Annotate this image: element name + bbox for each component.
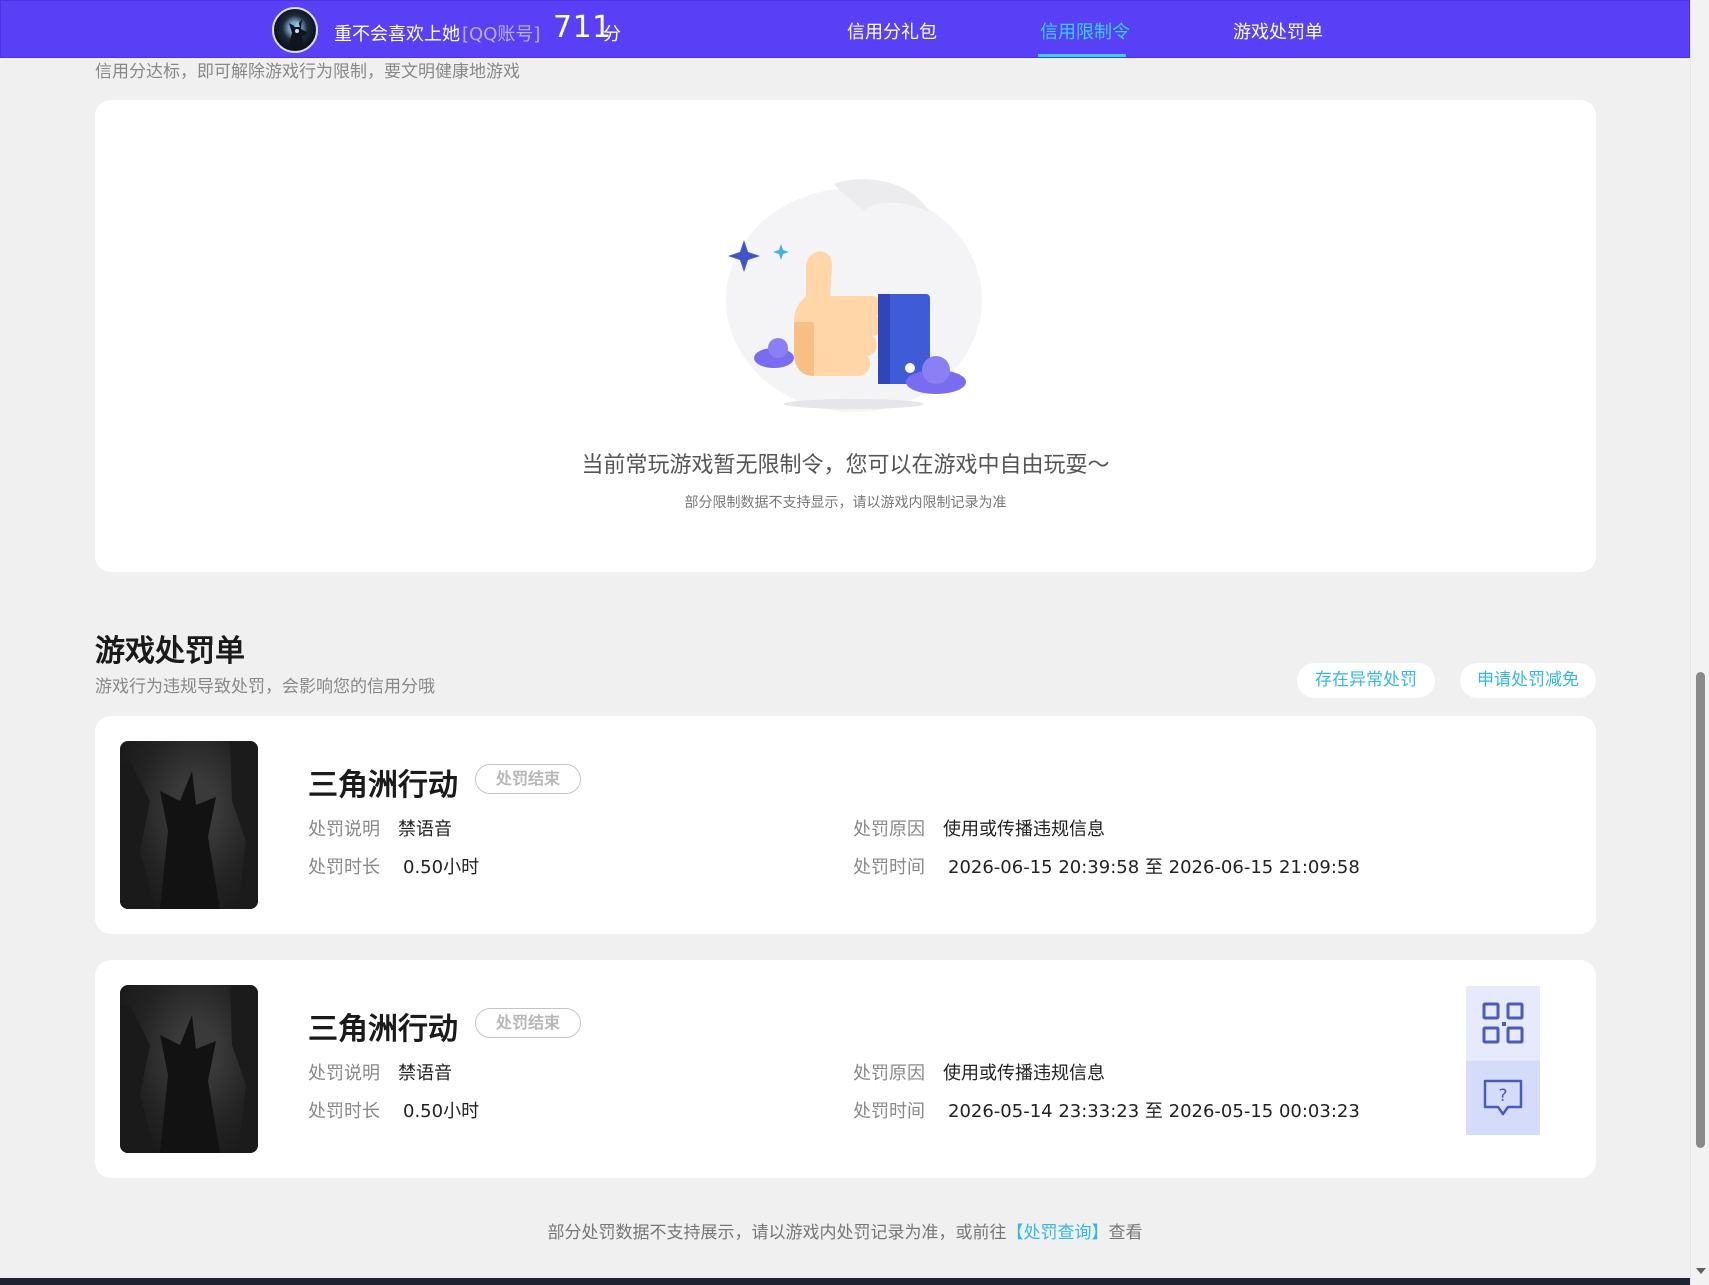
tab-game-penalty[interactable]: 游戏处罚单 <box>1233 18 1323 44</box>
penalty-time-label: 处罚时间 <box>853 1101 925 1122</box>
user-avatar[interactable] <box>272 7 318 53</box>
svg-text:?: ? <box>1498 1086 1507 1106</box>
game-name: 三角洲行动 <box>308 1012 458 1047</box>
penalty-section-subtitle: 游戏行为违规导致处罚，会影响您的信用分哦 <box>95 677 435 697</box>
thumbs-up-illustration <box>726 179 982 412</box>
penalty-card: 三角洲行动 处罚结束 处罚说明 禁语音 处罚时长 0.50小时 处罚原因 使用或… <box>95 960 1596 1178</box>
abnormal-penalty-button[interactable]: 存在异常处罚 <box>1297 663 1435 698</box>
bottom-edge-bar <box>0 1278 1690 1285</box>
status-badge: 处罚结束 <box>475 764 581 794</box>
active-tab-underline <box>1038 54 1126 57</box>
floating-side-tools: ? <box>1466 986 1540 1135</box>
status-badge: 处罚结束 <box>475 1008 581 1038</box>
penalty-desc-value: 禁语音 <box>398 1063 452 1084</box>
penalty-reason-value: 使用或传播违规信息 <box>943 819 1105 840</box>
footer-note: 部分处罚数据不支持展示，请以游戏内处罚记录为准，或前往【处罚查询】查看 <box>0 1218 1690 1243</box>
footer-note-prefix: 部分处罚数据不支持展示，请以游戏内处罚记录为准，或前往 <box>547 1223 1007 1243</box>
penalty-duration-value: 0.50小时 <box>403 857 480 878</box>
page-scrollbar[interactable] <box>1690 0 1709 1285</box>
penalty-desc-label: 处罚说明 <box>308 1063 380 1084</box>
penalty-duration-value: 0.50小时 <box>403 1101 480 1122</box>
penalty-time-label: 处罚时间 <box>853 857 925 878</box>
scrollbar-thumb[interactable] <box>1696 672 1705 1148</box>
top-header-bar: 重不会喜欢上她 [QQ账号] 711 分 信用分礼包 信用限制令 游戏处罚单 <box>0 0 1690 58</box>
apply-penalty-reduction-button[interactable]: 申请处罚减免 <box>1460 663 1596 698</box>
scroll-down-arrow-icon[interactable] <box>1696 1268 1706 1274</box>
penalty-reason-label: 处罚原因 <box>853 819 925 840</box>
game-cover-image-icon <box>120 741 258 909</box>
help-feedback-button[interactable]: ? <box>1466 1061 1540 1135</box>
tab-credit-gift[interactable]: 信用分礼包 <box>847 18 937 44</box>
qr-code-button[interactable] <box>1466 986 1540 1060</box>
username: 重不会喜欢上她 <box>334 24 460 45</box>
penalty-duration-label: 处罚时长 <box>308 1101 380 1122</box>
credit-score-unit: 分 <box>603 24 621 45</box>
penalty-duration-label: 处罚时长 <box>308 857 380 878</box>
penalty-reason-label: 处罚原因 <box>853 1063 925 1084</box>
account-type-label: [QQ账号] <box>462 24 541 45</box>
penalty-section-title: 游戏处罚单 <box>95 634 245 669</box>
game-thumbnail <box>120 741 258 909</box>
help-chat-icon: ? <box>1483 1079 1523 1116</box>
penalty-time-value: 2026-05-14 23:33:23 至 2026-05-15 00:03:2… <box>948 1101 1360 1122</box>
restriction-data-note: 部分限制数据不支持显示，请以游戏内限制记录为准 <box>684 495 1007 511</box>
game-cover-image-icon <box>120 985 258 1153</box>
avatar-figure-icon <box>288 19 308 49</box>
penalty-time-value: 2026-06-15 20:39:58 至 2026-06-15 21:09:5… <box>948 857 1360 878</box>
game-name: 三角洲行动 <box>308 768 458 803</box>
penalty-desc-value: 禁语音 <box>398 819 452 840</box>
qr-code-icon <box>1482 1002 1524 1044</box>
tab-credit-restriction[interactable]: 信用限制令 <box>1040 18 1130 44</box>
empty-restriction-message: 当前常玩游戏暂无限制令，您可以在游戏中自由玩耍～ <box>581 453 1110 478</box>
penalty-desc-label: 处罚说明 <box>308 819 380 840</box>
game-thumbnail <box>120 985 258 1153</box>
penalty-card: 三角洲行动 处罚结束 处罚说明 禁语音 处罚时长 0.50小时 处罚原因 使用或… <box>95 716 1596 934</box>
penalty-query-link[interactable]: 【处罚查询】 <box>1007 1223 1109 1243</box>
restriction-subline: 信用分达标，即可解除游戏行为限制，要文明健康地游戏 <box>95 62 520 82</box>
footer-note-suffix: 查看 <box>1108 1223 1143 1243</box>
penalty-reason-value: 使用或传播违规信息 <box>943 1063 1105 1084</box>
